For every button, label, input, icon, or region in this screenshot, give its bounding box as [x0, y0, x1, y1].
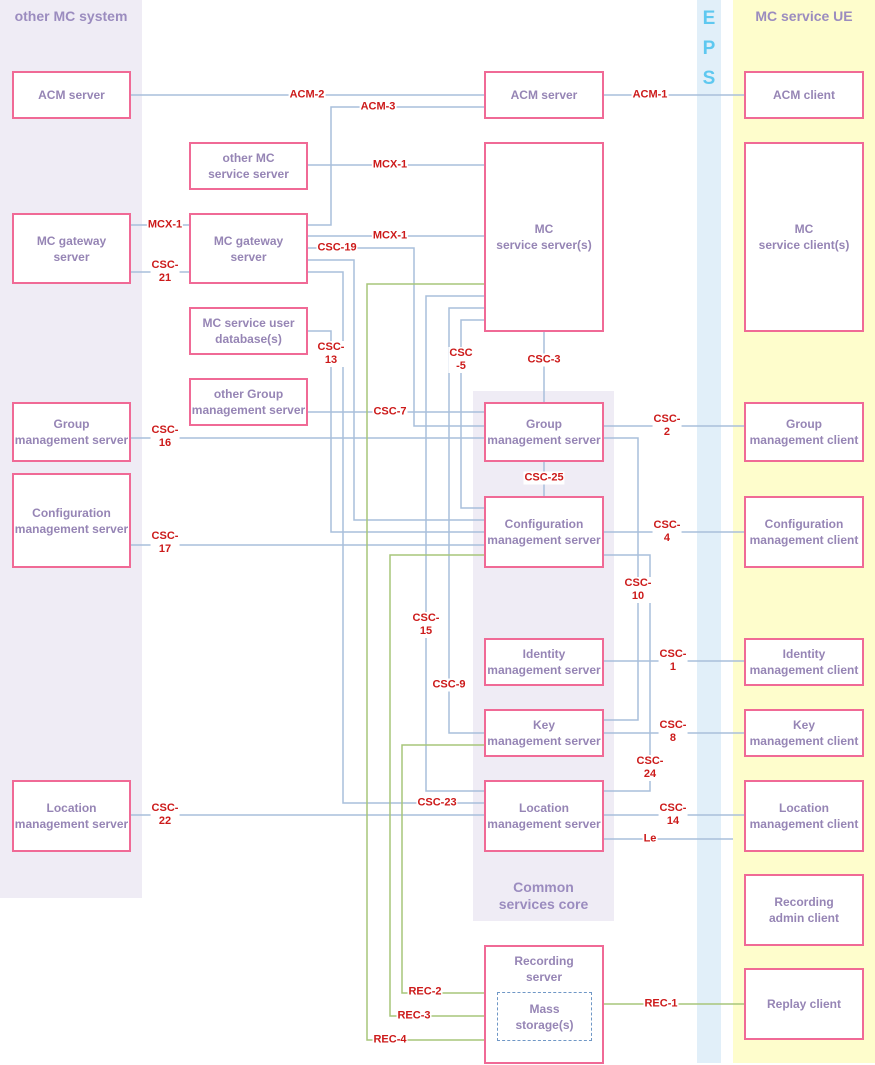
label-csc-5: CSC -5	[448, 347, 474, 373]
label-csc-21: CSC- 21	[150, 259, 180, 285]
label-rec-1: REC-1	[643, 997, 679, 1011]
mc-service-user-database-box[interactable]: MC service user database(s)	[189, 307, 308, 355]
label-csc-24: CSC- 24	[635, 755, 665, 781]
label-csc-2: CSC- 2	[652, 413, 682, 439]
label-csc-22: CSC- 22	[150, 802, 180, 828]
mc-service-clients-box[interactable]: MC service client(s)	[744, 142, 864, 332]
label-csc-23: CSC-23	[416, 796, 458, 810]
label-csc-25: CSC-25	[523, 471, 565, 485]
mc-service-servers-box[interactable]: MC service server(s)	[484, 142, 604, 332]
recording-admin-client-box[interactable]: Recording admin client	[744, 874, 864, 946]
group-mgmt-server-box[interactable]: Group management server	[484, 402, 604, 462]
label-mcx-1-other: MCX-1	[371, 158, 409, 172]
label-csc-16: CSC- 16	[150, 424, 180, 450]
other-mc-gateway-server-box[interactable]: MC gateway server	[12, 213, 131, 284]
label-csc-15: CSC- 15	[411, 612, 441, 638]
label-mcx-1-gw-right: MCX-1	[371, 229, 409, 243]
mass-storage-box[interactable]: Mass storage(s)	[497, 992, 592, 1041]
location-mgmt-server-box[interactable]: Location management server	[484, 780, 604, 852]
label-csc-10: CSC- 10	[623, 577, 653, 603]
label-csc-19: CSC-19	[316, 241, 358, 255]
config-mgmt-client-box[interactable]: Configuration management client	[744, 496, 864, 568]
key-mgmt-client-box[interactable]: Key management client	[744, 709, 864, 757]
mc-gateway-server-box[interactable]: MC gateway server	[189, 213, 308, 284]
label-acm-1: ACM-1	[631, 88, 669, 102]
other-group-mgmt-server-box[interactable]: Group management server	[12, 402, 131, 462]
identity-mgmt-client-box[interactable]: Identity management client	[744, 638, 864, 686]
label-rec-3: REC-3	[396, 1009, 432, 1023]
label-acm-2: ACM-2	[288, 88, 326, 102]
label-acm-3: ACM-3	[359, 100, 397, 114]
label-csc-4: CSC- 4	[652, 519, 682, 545]
label-mcx-1-gw-left: MCX-1	[146, 218, 184, 232]
label-csc-8: CSC- 8	[658, 719, 688, 745]
acm-client-box[interactable]: ACM client	[744, 71, 864, 119]
label-rec-2: REC-2	[407, 985, 443, 999]
other-location-mgmt-server-box[interactable]: Location management server	[12, 780, 131, 852]
label-csc-13: CSC- 13	[316, 341, 346, 367]
other-acm-server-box[interactable]: ACM server	[12, 71, 131, 119]
group-mgmt-client-box[interactable]: Group management client	[744, 402, 864, 462]
key-mgmt-server-box[interactable]: Key management server	[484, 709, 604, 757]
label-csc-1: CSC- 1	[658, 648, 688, 674]
replay-client-box[interactable]: Replay client	[744, 968, 864, 1040]
line-rec-2	[401, 744, 485, 994]
other-group-mgmt-server-mid-box[interactable]: other Group management server	[189, 378, 308, 426]
label-csc-3: CSC-3	[526, 353, 562, 367]
label-csc-14: CSC- 14	[658, 802, 688, 828]
line-gw-config	[307, 259, 485, 521]
label-csc-9: CSC-9	[431, 678, 467, 692]
label-csc-7: CSC-7	[372, 405, 408, 419]
label-csc-17: CSC- 17	[150, 530, 180, 556]
label-rec-4: REC-4	[372, 1033, 408, 1047]
other-config-mgmt-server-box[interactable]: Configuration management server	[12, 473, 131, 568]
config-mgmt-server-box[interactable]: Configuration management server	[484, 496, 604, 568]
location-mgmt-client-box[interactable]: Location management client	[744, 780, 864, 852]
other-mc-service-server-box[interactable]: other MC service server	[189, 142, 308, 190]
identity-mgmt-server-box[interactable]: Identity management server	[484, 638, 604, 686]
acm-server-box[interactable]: ACM server	[484, 71, 604, 119]
label-le: Le	[642, 832, 658, 846]
line-csc-19	[307, 247, 485, 427]
